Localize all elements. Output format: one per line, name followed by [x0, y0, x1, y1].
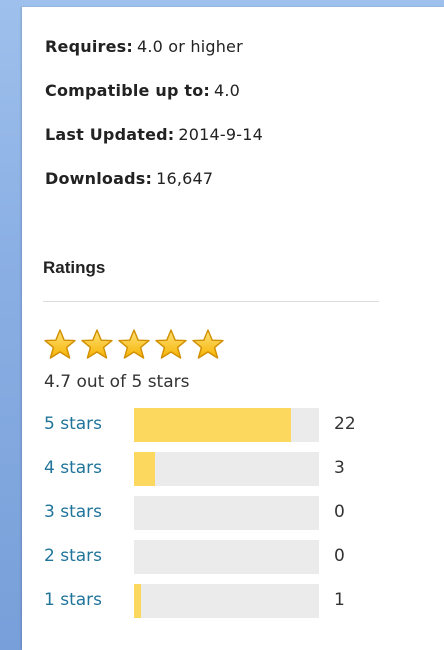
rating-bar-2-stars [134, 540, 319, 574]
star-icon [81, 329, 113, 359]
meta-downloads: Downloads: 16,647 [45, 168, 385, 190]
meta-compatible-label: Compatible up to: [45, 81, 211, 100]
ratings-heading: Ratings [43, 258, 106, 277]
rating-link-4-stars[interactable]: 4 stars [44, 458, 102, 478]
rating-bar-1-stars [134, 584, 319, 618]
rating-link-2-stars[interactable]: 2 stars [44, 546, 102, 566]
rating-link-1-stars[interactable]: 1 stars [44, 590, 102, 610]
rating-row-2: 2 stars 0 [44, 540, 384, 574]
rating-row-5: 5 stars 22 [44, 408, 384, 442]
star-rating [43, 328, 225, 362]
rating-summary: 4.7 out of 5 stars [44, 372, 190, 392]
rating-bar-fill [134, 452, 156, 486]
ratings-divider [43, 301, 379, 302]
star-icon [192, 329, 224, 359]
meta-requires: Requires: 4.0 or higher [45, 36, 385, 58]
meta-compatible: Compatible up to: 4.0 [45, 80, 385, 102]
meta-last-updated: Last Updated: 2014-9-14 [45, 124, 385, 146]
rating-breakdown: 5 stars 22 4 stars 3 3 stars 0 2 stars 0… [44, 408, 384, 618]
rating-bar-4-stars [134, 452, 319, 486]
rating-bar-fill [134, 408, 291, 442]
rating-count-3-stars: 0 [334, 502, 345, 522]
meta-last-updated-value: 2014-9-14 [178, 125, 263, 144]
rating-bar-5-stars [134, 408, 319, 442]
rating-count-1-stars: 1 [334, 590, 345, 610]
rating-row-4: 4 stars 3 [44, 452, 384, 486]
meta-compatible-value: 4.0 [214, 81, 241, 100]
rating-count-2-stars: 0 [334, 546, 345, 566]
star-icon [155, 329, 187, 359]
rating-bar-3-stars [134, 496, 319, 530]
rating-count-5-stars: 22 [334, 414, 356, 434]
star-icon [44, 329, 76, 359]
rating-row-1: 1 stars 1 [44, 584, 384, 618]
meta-downloads-label: Downloads: [45, 169, 153, 188]
rating-bar-fill [134, 584, 142, 618]
meta-requires-label: Requires: [45, 37, 133, 56]
meta-downloads-value: 16,647 [156, 169, 214, 188]
star-icon [118, 329, 150, 359]
meta-requires-value: 4.0 or higher [136, 37, 243, 56]
plugin-meta-list: Requires: 4.0 or higher Compatible up to:… [45, 36, 385, 190]
rating-row-3: 3 stars 0 [44, 496, 384, 530]
rating-count-4-stars: 3 [334, 458, 345, 478]
meta-last-updated-label: Last Updated: [45, 125, 175, 144]
rating-link-5-stars[interactable]: 5 stars [44, 414, 102, 434]
rating-link-3-stars[interactable]: 3 stars [44, 502, 102, 522]
